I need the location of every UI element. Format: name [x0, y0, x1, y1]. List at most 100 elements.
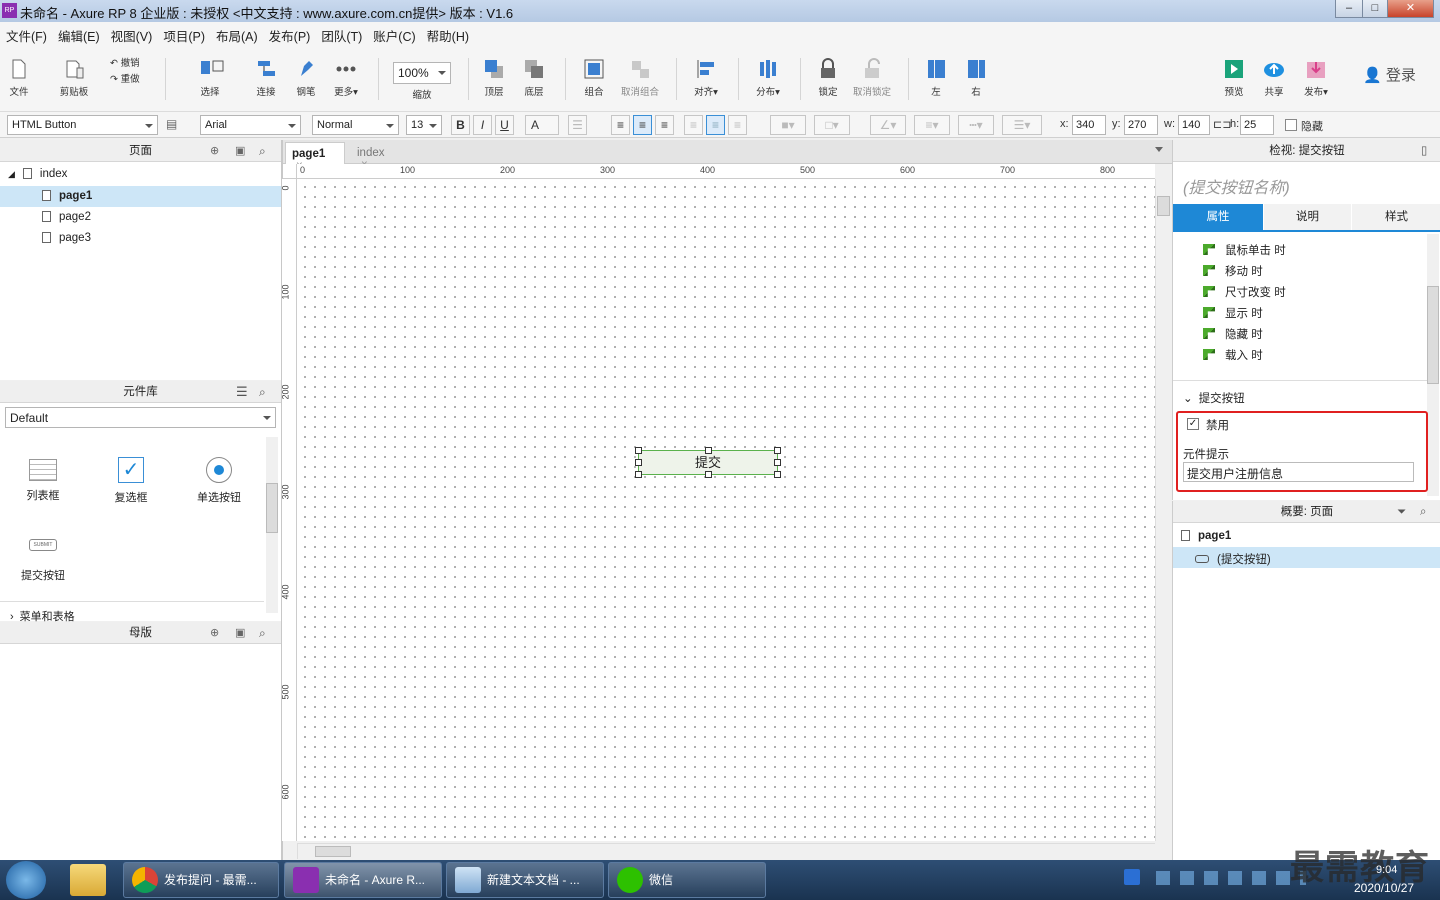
bring-to-front-button[interactable]: 顶层	[480, 58, 508, 98]
add-folder-icon[interactable]: ▣	[235, 140, 245, 162]
ungroup-button[interactable]: 取消组合	[618, 58, 662, 98]
event-onhide[interactable]: 隐藏 时	[1203, 326, 1263, 342]
resize-handle[interactable]	[635, 447, 642, 454]
w-input[interactable]: 140	[1178, 115, 1210, 135]
redo-button[interactable]: ↷ 重做	[110, 71, 150, 85]
taskbar-item-chrome[interactable]: 发布提问 - 最需...	[123, 862, 279, 898]
page-tree-root[interactable]: ◢ index	[8, 168, 67, 180]
event-onresize[interactable]: 尺寸改变 时	[1203, 284, 1286, 300]
library-item-submit[interactable]: SUBMIT 提交按钮	[16, 539, 70, 583]
unlock-button[interactable]: 取消锁定	[850, 58, 894, 98]
taskbar-item-axure[interactable]: 未命名 - Axure R...	[284, 862, 442, 898]
menu-view[interactable]: 视图(V)	[105, 22, 158, 45]
close-button[interactable]: ✕	[1387, 0, 1434, 18]
event-onmove[interactable]: 移动 时	[1203, 263, 1263, 279]
publish-button[interactable]: 发布▾	[1300, 58, 1332, 98]
underline-button[interactable]: U	[495, 115, 514, 135]
library-item-radio[interactable]: 单选按钮	[194, 457, 244, 505]
clipboard-button[interactable]: 剪贴板	[56, 58, 92, 98]
page-item-page1[interactable]: page1	[0, 186, 281, 207]
canvas-horizontal-scrollbar[interactable]	[297, 843, 1155, 859]
menu-icon[interactable]: ☰	[236, 381, 248, 403]
left-button[interactable]: 左	[922, 58, 950, 98]
shadow-button[interactable]: □▾	[814, 115, 850, 135]
hidden-checkbox[interactable]	[1285, 119, 1297, 131]
tab-index[interactable]: index ×	[349, 142, 405, 171]
search-icon[interactable]: ⌕	[259, 622, 266, 644]
widget-type-select[interactable]: HTML Button	[7, 115, 158, 135]
section-submit-button[interactable]: ⌄ 提交按钮	[1183, 390, 1245, 406]
inspector-scrollbar[interactable]	[1427, 234, 1439, 496]
align-button[interactable]: 对齐▾	[688, 58, 724, 98]
disabled-checkbox[interactable]: ✓	[1187, 418, 1199, 430]
library-item-checkbox[interactable]: ✓ 复选框	[108, 457, 154, 505]
page-item-page3[interactable]: page3	[42, 232, 91, 244]
line-color-button[interactable]: ∠▾	[870, 115, 906, 135]
undo-button[interactable]: ↶ 撤销	[110, 55, 150, 69]
file-button[interactable]: 文件	[6, 58, 32, 98]
start-button[interactable]	[6, 861, 46, 899]
group-button[interactable]: 组合	[580, 58, 608, 98]
font-family-select[interactable]: Arial	[200, 115, 301, 135]
menu-account[interactable]: 账户(C)	[367, 22, 420, 45]
font-size-select[interactable]: 13	[406, 115, 442, 135]
menu-help[interactable]: 帮助(H)	[421, 22, 474, 45]
tab-notes[interactable]: 说明	[1264, 204, 1351, 230]
maximize-button[interactable]: □	[1362, 0, 1388, 18]
bullet-list-button[interactable]: ☰	[568, 115, 587, 135]
resize-handle[interactable]	[705, 447, 712, 454]
tab-page1[interactable]: page1 ×	[285, 142, 345, 172]
valign-bottom-button[interactable]: ≡	[728, 115, 747, 135]
ime-icon[interactable]	[1124, 869, 1140, 885]
align-center-button[interactable]: ≡	[633, 115, 652, 135]
align-left-button[interactable]: ≡	[611, 115, 630, 135]
font-weight-select[interactable]: Normal	[312, 115, 399, 135]
menu-team[interactable]: 团队(T)	[315, 22, 367, 45]
taskbar-item-wechat[interactable]: 微信	[608, 862, 766, 898]
x-input[interactable]: 340	[1072, 115, 1106, 135]
connect-button[interactable]: 连接	[252, 58, 280, 98]
arrow-style-button[interactable]: ☰▾	[1002, 115, 1042, 135]
file-explorer-icon[interactable]	[70, 864, 106, 896]
library-select[interactable]: Default	[5, 407, 276, 428]
send-to-back-button[interactable]: 底层	[520, 58, 548, 98]
align-right-button[interactable]: ≡	[655, 115, 674, 135]
right-button[interactable]: 右	[962, 58, 990, 98]
resize-handle[interactable]	[774, 447, 781, 454]
add-master-icon[interactable]: ⊕	[210, 622, 219, 644]
tooltip-input[interactable]: 提交用户注册信息	[1183, 462, 1414, 482]
resize-handle[interactable]	[635, 471, 642, 478]
search-icon[interactable]: ⌕	[259, 381, 266, 403]
search-icon[interactable]: ⌕	[1420, 501, 1426, 523]
style-edit-icon[interactable]: ▤	[166, 117, 182, 132]
lock-button[interactable]: 锁定	[814, 58, 842, 98]
resize-handle[interactable]	[774, 471, 781, 478]
resize-handle[interactable]	[635, 459, 642, 466]
add-folder-icon[interactable]: ▣	[235, 622, 245, 644]
menu-project[interactable]: 项目(P)	[157, 22, 210, 45]
bold-button[interactable]: B	[451, 115, 470, 135]
h-input[interactable]: 25	[1240, 115, 1274, 135]
minimize-button[interactable]: –	[1335, 0, 1363, 18]
canvas-vertical-scrollbar[interactable]	[1155, 179, 1171, 841]
taskbar-item-notepad[interactable]: 新建文本文档 - ...	[446, 862, 604, 898]
tab-properties[interactable]: 属性	[1173, 204, 1263, 230]
design-canvas[interactable]: 提交	[297, 179, 1155, 841]
menu-file[interactable]: 文件(F)	[0, 22, 52, 45]
outline-page[interactable]: page1	[1181, 530, 1231, 542]
distribute-button[interactable]: 分布▾	[750, 58, 786, 98]
library-item-listbox[interactable]: 列表框	[20, 459, 66, 503]
menu-edit[interactable]: 编辑(E)	[52, 22, 105, 45]
outline-item-submit-button[interactable]: (提交按钮)	[1173, 547, 1440, 568]
valign-top-button[interactable]: ≡	[684, 115, 703, 135]
tray-icons[interactable]	[1156, 871, 1306, 885]
font-color-button[interactable]: A	[525, 115, 559, 135]
filter-icon[interactable]: ⏷	[1397, 501, 1406, 523]
more-button[interactable]: 更多▾	[330, 58, 362, 98]
add-page-icon[interactable]: ⊕	[210, 140, 219, 162]
aspect-lock-icon[interactable]: ⊏⊐	[1213, 118, 1231, 131]
resize-handle[interactable]	[705, 471, 712, 478]
tab-overflow-icon[interactable]	[1155, 147, 1163, 152]
widget-name-input[interactable]: (提交按钮名称)	[1183, 174, 1290, 198]
valign-middle-button[interactable]: ≡	[706, 115, 725, 135]
